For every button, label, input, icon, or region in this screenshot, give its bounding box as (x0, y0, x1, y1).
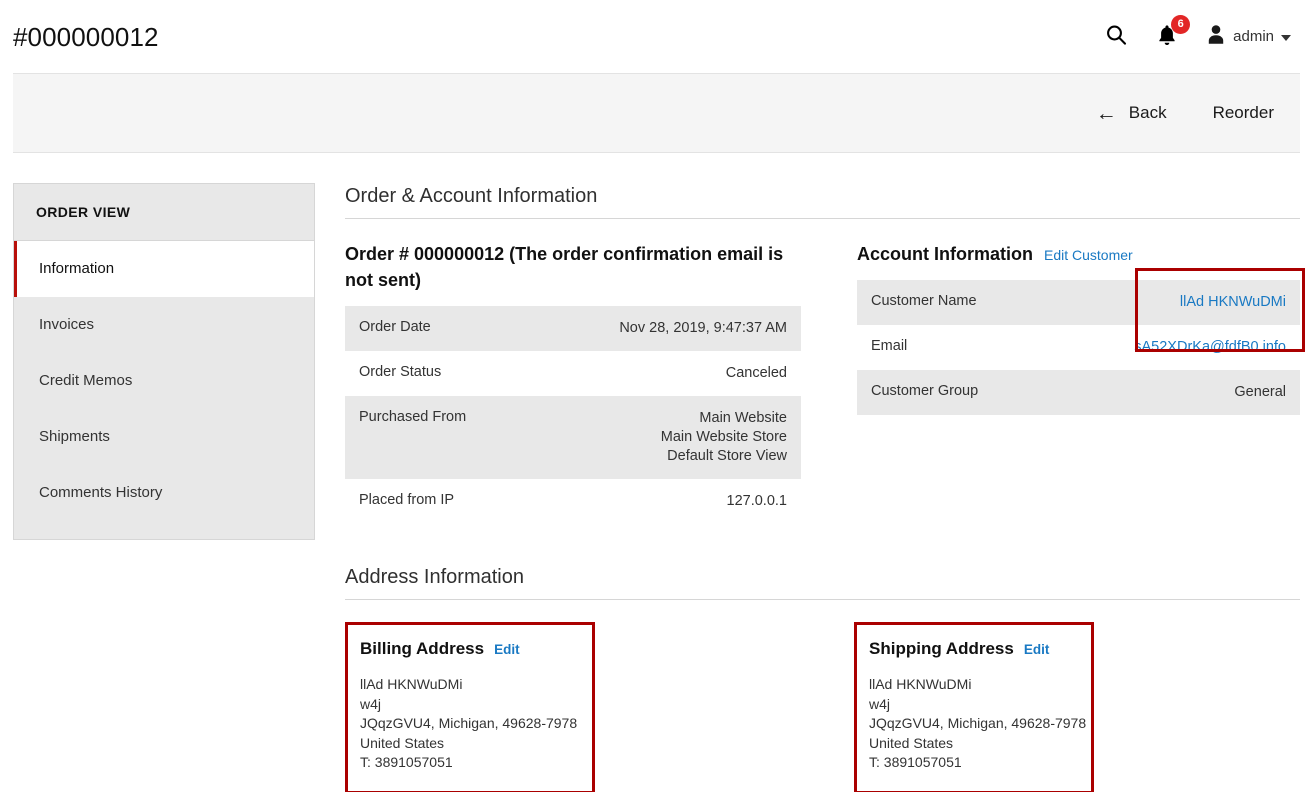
reorder-button-label: Reorder (1213, 103, 1274, 123)
billing-address-block: Billing Address Edit llAd HKNWuDMi w4j J… (345, 622, 595, 792)
user-name-label: admin (1233, 28, 1274, 45)
main-layout: ORDER VIEW Information Invoices Credit M… (0, 153, 1313, 792)
sidebar-item-label: Credit Memos (39, 372, 132, 389)
back-arrow-icon: ← (1096, 103, 1117, 124)
table-row: Customer Group General (857, 370, 1300, 415)
table-row: Email sA52XDrKa@fdfB0.info (857, 325, 1300, 370)
sidebar-item-information[interactable]: Information (14, 241, 314, 297)
address-line: JQqzGVU4, Michigan, 49628-7978 (869, 714, 1075, 734)
notifications-badge: 6 (1171, 15, 1190, 34)
edit-shipping-address-link[interactable]: Edit (1024, 642, 1050, 657)
sidebar-item-comments-history[interactable]: Comments History (14, 465, 314, 521)
row-label: Purchased From (345, 396, 527, 479)
address-line: United States (869, 734, 1075, 754)
sidebar-title: ORDER VIEW (14, 184, 314, 241)
address-line: JQqzGVU4, Michigan, 49628-7978 (360, 714, 576, 734)
sidebar-item-label: Invoices (39, 316, 94, 333)
row-label: Placed from IP (345, 479, 527, 524)
page-title: #000000012 (13, 21, 159, 53)
reorder-button[interactable]: Reorder (1203, 97, 1284, 129)
order-information-table: Order Date Nov 28, 2019, 9:47:37 AM Orde… (345, 306, 801, 524)
sidebar-item-label: Shipments (39, 428, 110, 445)
order-account-columns: Order # 000000012 (The order confirmatio… (345, 241, 1300, 524)
shipping-address-lines: llAd HKNWuDMi w4j JQqzGVU4, Michigan, 49… (869, 675, 1075, 773)
sidebar-item-shipments[interactable]: Shipments (14, 409, 314, 465)
table-row: Customer Name llAd HKNWuDMi (857, 280, 1300, 325)
order-account-section-title: Order & Account Information (345, 183, 1300, 219)
address-information-section: Address Information Billing Address Edit… (345, 564, 1300, 792)
notifications-button[interactable]: 6 (1156, 24, 1178, 50)
row-value: Canceled (527, 351, 801, 396)
address-columns: Billing Address Edit llAd HKNWuDMi w4j J… (345, 622, 1300, 792)
billing-address-heading: Billing Address Edit (360, 639, 576, 659)
row-label: Customer Name (857, 280, 1044, 325)
order-information-block: Order # 000000012 (The order confirmatio… (345, 241, 801, 524)
address-line: T: 3891057051 (869, 753, 1075, 773)
user-avatar-icon (1206, 24, 1226, 50)
address-section-title: Address Information (345, 564, 1300, 600)
order-content: Order & Account Information Order # 0000… (315, 183, 1300, 792)
account-information-table: Customer Name llAd HKNWuDMi Email sA52XD… (857, 280, 1300, 415)
sidebar-item-invoices[interactable]: Invoices (14, 297, 314, 353)
account-block-header: Account Information Edit Customer (857, 241, 1300, 267)
row-value: Nov 28, 2019, 9:47:37 AM (527, 306, 801, 351)
account-block-title: Account Information (857, 241, 1033, 267)
shipping-address-block: Shipping Address Edit llAd HKNWuDMi w4j … (854, 622, 1094, 792)
row-value: General (1044, 370, 1300, 415)
order-view-sidebar: ORDER VIEW Information Invoices Credit M… (13, 183, 315, 540)
sidebar-item-credit-memos[interactable]: Credit Memos (14, 353, 314, 409)
table-row: Placed from IP 127.0.0.1 (345, 479, 801, 524)
row-label: Order Status (345, 351, 527, 396)
customer-email-link[interactable]: sA52XDrKa@fdfB0.info (1134, 339, 1286, 355)
address-line: T: 3891057051 (360, 753, 576, 773)
address-line: United States (360, 734, 576, 754)
row-value: llAd HKNWuDMi (1044, 280, 1300, 325)
address-line: w4j (360, 695, 576, 715)
chevron-down-icon (1281, 35, 1291, 41)
edit-billing-address-link[interactable]: Edit (494, 642, 520, 657)
row-value: 127.0.0.1 (527, 479, 801, 524)
billing-address-lines: llAd HKNWuDMi w4j JQqzGVU4, Michigan, 49… (360, 675, 576, 773)
order-block-title: Order # 000000012 (The order confirmatio… (345, 241, 801, 293)
row-label: Customer Group (857, 370, 1044, 415)
address-line: llAd HKNWuDMi (360, 675, 576, 695)
page-actions-toolbar: ← Back Reorder (13, 73, 1300, 153)
user-menu[interactable]: admin (1206, 24, 1291, 50)
address-line: w4j (869, 695, 1075, 715)
shipping-address-title: Shipping Address (869, 639, 1014, 659)
row-label: Order Date (345, 306, 527, 351)
top-header: #000000012 6 (0, 0, 1313, 73)
back-button-label: Back (1129, 103, 1167, 123)
table-row: Purchased From Main Website Main Website… (345, 396, 801, 479)
header-actions: 6 admin (1104, 23, 1299, 50)
sidebar-item-label: Information (39, 260, 114, 277)
back-button[interactable]: ← Back (1086, 97, 1177, 130)
address-line: llAd HKNWuDMi (869, 675, 1075, 695)
search-button[interactable] (1104, 23, 1128, 50)
row-label: Email (857, 325, 1044, 370)
sidebar-item-label: Comments History (39, 484, 162, 501)
billing-address-title: Billing Address (360, 639, 484, 659)
shipping-address-heading: Shipping Address Edit (869, 639, 1075, 659)
customer-name-link[interactable]: llAd HKNWuDMi (1180, 294, 1286, 310)
search-icon (1104, 23, 1128, 50)
edit-customer-link[interactable]: Edit Customer (1044, 247, 1133, 263)
row-value: Main Website Main Website Store Default … (527, 396, 801, 479)
account-information-block: Account Information Edit Customer Custom… (857, 241, 1300, 524)
table-row: Order Status Canceled (345, 351, 801, 396)
table-row: Order Date Nov 28, 2019, 9:47:37 AM (345, 306, 801, 351)
row-value: sA52XDrKa@fdfB0.info (1044, 325, 1300, 370)
